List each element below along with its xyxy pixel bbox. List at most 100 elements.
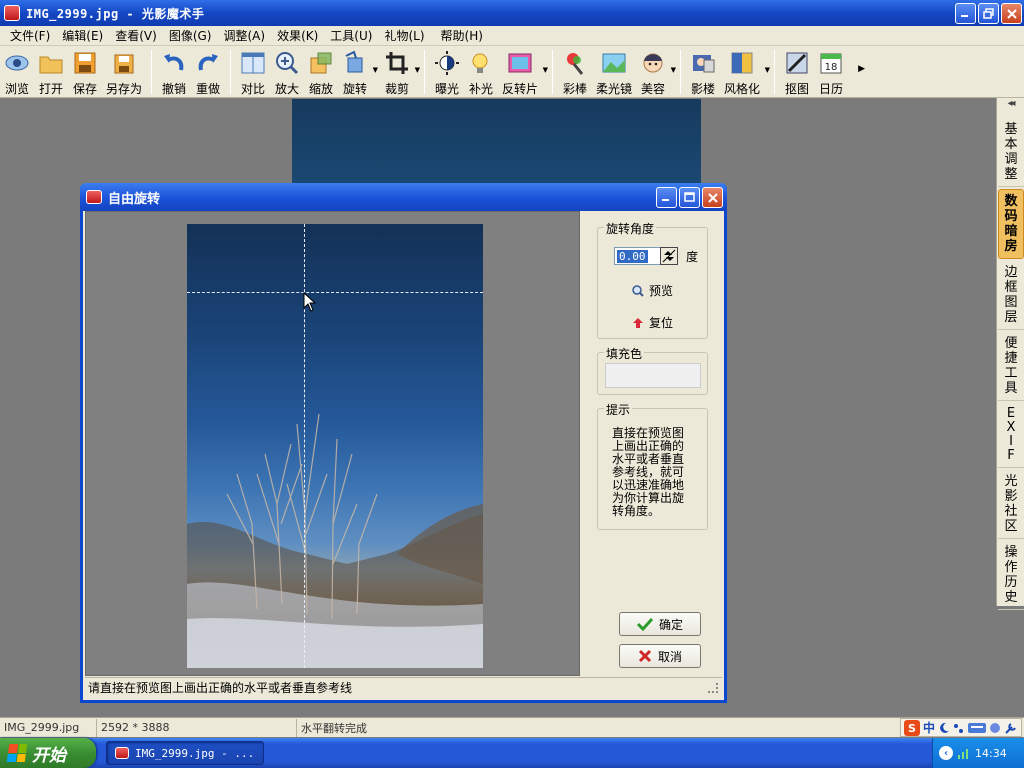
angle-input[interactable]: 0.00 [614,247,662,265]
dialog-title: 自由旋转 [108,191,161,207]
dialog-status-text: 请直接在预览图上画出正确的水平或者垂直参考线 [88,681,353,695]
reversal-film-dropdown-arrow[interactable]: ▼ [543,66,548,74]
vertical-reference-line[interactable] [304,224,305,668]
magnifier-icon [632,284,644,297]
browse-button[interactable]: 浏览 [0,48,34,96]
windows-flag-icon [6,744,28,762]
redo-icon [198,54,219,71]
zoom-in-button[interactable]: 放大 [270,48,304,96]
beauty-dropdown-arrow[interactable]: ▼ [671,66,676,74]
studio-button[interactable]: 影楼 [686,48,720,96]
fill-color-group: 填充色 [597,345,708,395]
reset-button[interactable]: 复位 [632,314,673,331]
minimize-icon [662,199,669,201]
checkmark-icon [636,617,653,631]
save-as-icon [114,54,134,74]
app-icon [4,5,20,21]
keyboard-icon[interactable] [968,722,986,734]
dialog-title-bar: 自由旋转 [80,183,727,211]
save-as-button[interactable]: 另存为 [102,48,146,96]
close-icon [1006,8,1017,19]
sogou-ime-icon[interactable]: S [903,719,920,736]
ime-mode[interactable]: 中 [923,719,935,736]
fill-light-button[interactable]: 补光 [464,48,498,96]
resize-icon [310,52,332,74]
stylize-dropdown-arrow[interactable]: ▼ [765,66,770,74]
menu-tools[interactable]: 工具(U) [324,27,378,44]
resize-button[interactable]: 缩放 [304,48,338,96]
cancel-button[interactable]: 取消 [619,644,701,668]
rotate-button[interactable]: 旋转 ▼ [338,48,378,96]
tab-exif[interactable]: EXIF [998,403,1024,468]
restore-button[interactable] [978,3,999,24]
browse-icon [5,55,29,71]
punctuation-icon[interactable] [953,722,965,734]
skin-icon[interactable] [989,722,1001,734]
dialog-maximize-button[interactable] [679,187,700,208]
taskbar-app-button[interactable]: IMG_2999.jpg - ... [106,741,264,765]
tray-show-icons-button[interactable]: ‹ [939,746,953,760]
exposure-button[interactable]: 曝光 [430,48,464,96]
svg-text:18: 18 [825,62,838,73]
tab-digital-darkroom[interactable]: 数码暗房 [998,189,1024,259]
fill-color-swatch[interactable] [605,363,701,388]
ok-button[interactable]: 确定 [619,612,701,636]
studio-icon [693,55,715,73]
compare-button[interactable]: 对比 [236,48,270,96]
menu-view[interactable]: 查看(V) [109,27,163,44]
menu-file[interactable]: 文件(F) [4,27,56,44]
rotate-icon [345,50,363,73]
dialog-minimize-button[interactable] [656,187,677,208]
save-button[interactable]: 保存 [68,48,102,96]
resize-grip[interactable] [708,683,718,693]
menu-edit[interactable]: 编辑(E) [56,27,109,44]
tab-frame-layers[interactable]: 边框图层 [998,261,1024,330]
rotate-preview-area[interactable] [85,211,580,676]
panel-collapse-toggle[interactable]: ◂◂ [997,98,1024,116]
system-tray: ‹ 14:34 [932,738,1024,768]
tab-community[interactable]: 光影社区 [998,470,1024,539]
wrench-icon[interactable] [1004,721,1018,735]
undo-button[interactable]: 撤销 [157,48,191,96]
menu-image[interactable]: 图像(G) [163,27,218,44]
stylize-button[interactable]: 风格化 ▼ [720,48,770,96]
tab-basic-adjust[interactable]: 基本调整 [998,118,1024,187]
tips-group: 提示 直接在预览图上画出正确的水平或者垂直参考线，就可以迅速准确地为你计算出旋转… [597,401,708,530]
window-title: IMG_2999.jpg - 光影魔术手 [26,6,205,21]
toolbar-separator [151,50,153,94]
preview-button[interactable]: 预览 [632,282,673,299]
preview-photo[interactable] [187,224,483,668]
network-signal-icon[interactable] [957,746,971,760]
menu-gifts[interactable]: 礼物(L) [378,27,430,44]
toolbar-overflow-button[interactable]: ▶ [854,48,869,96]
soft-light-button[interactable]: 柔光镜 [592,48,636,96]
color-wand-button[interactable]: 彩棒 [558,48,592,96]
menu-help[interactable]: 帮助(H) [435,27,489,44]
tab-history[interactable]: 操作历史 [998,541,1024,610]
cross-icon [638,649,652,663]
crop-dropdown-arrow[interactable]: ▼ [415,66,420,74]
status-dimensions: 2592 * 3888 [97,718,297,737]
dialog-close-button[interactable] [702,187,723,208]
calendar-button[interactable]: 18 日历 [814,48,848,96]
horizontal-reference-line[interactable] [187,292,483,293]
crop-button[interactable]: 裁剪 ▼ [380,48,420,96]
start-button[interactable]: 开始 [0,738,96,768]
tab-quick-tools[interactable]: 便捷工具 [998,332,1024,401]
menu-adjust[interactable]: 调整(A) [217,27,271,44]
undo-icon [164,54,184,71]
cutout-button[interactable]: 抠图 [780,48,814,96]
close-icon [707,192,718,203]
rotate-dropdown-arrow[interactable]: ▼ [373,66,378,74]
moon-icon[interactable] [938,722,950,734]
open-button[interactable]: 打开 [34,48,68,96]
restore-icon [983,8,994,19]
angle-spinner[interactable] [660,247,678,265]
redo-button[interactable]: 重做 [191,48,225,96]
menu-effects[interactable]: 效果(K) [271,27,324,44]
reversal-film-button[interactable]: 反转片 ▼ [498,48,548,96]
minimize-button[interactable] [955,3,976,24]
beauty-button[interactable]: 美容 ▼ [636,48,676,96]
spinner-icon [662,249,676,263]
close-button[interactable] [1001,3,1022,24]
